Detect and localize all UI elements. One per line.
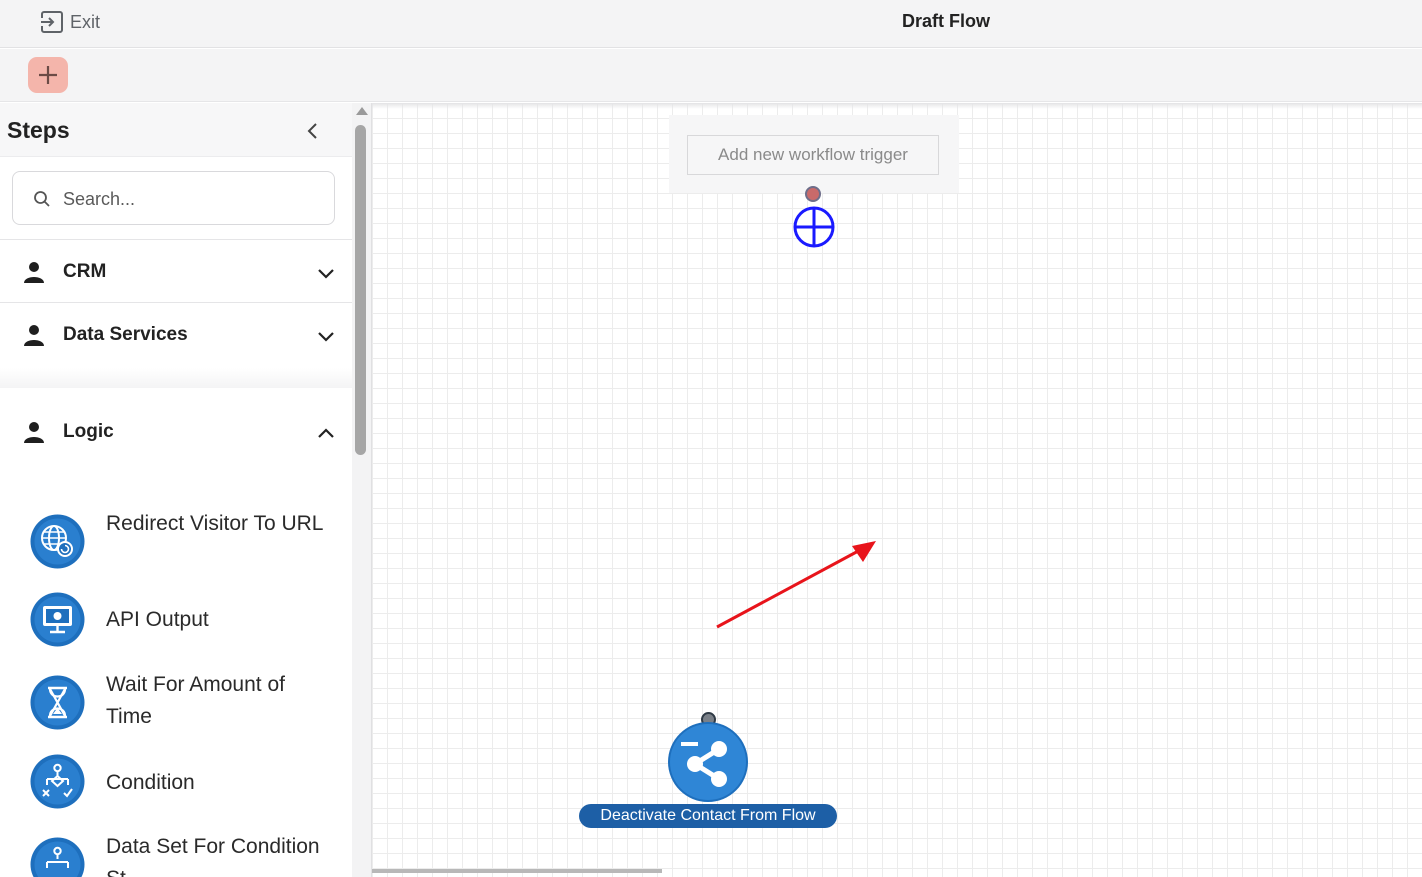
globe-redirect-icon (30, 514, 85, 569)
steps-sidebar: Steps CRM Data Services (0, 103, 352, 877)
canvas-horizontal-scrollbar[interactable] (372, 869, 662, 873)
step-label: Condition (106, 771, 195, 794)
step-label: API Output (106, 608, 209, 631)
step-label: Wait For Amount of Time (106, 673, 285, 728)
workflow-canvas[interactable]: Add new workflow trigger Deactivate Cont… (372, 103, 1422, 877)
category-label: Logic (63, 421, 114, 442)
search-input[interactable] (63, 184, 323, 214)
category-data-services[interactable]: Data Services (0, 303, 352, 367)
add-step-button[interactable] (28, 57, 68, 93)
plus-icon (39, 66, 57, 84)
person-icon (24, 325, 44, 346)
category-crm[interactable]: CRM (0, 239, 352, 303)
flow-title: Draft Flow (902, 11, 990, 31)
chevron-left-icon[interactable] (301, 119, 325, 143)
exit-button[interactable]: Exit (38, 8, 100, 36)
share-deactivate-icon (670, 724, 746, 800)
category-logic[interactable]: Logic (0, 400, 352, 464)
chevron-down-icon (318, 332, 334, 342)
hourglass-icon (30, 675, 85, 730)
node-label[interactable]: Deactivate Contact From Flow (579, 804, 837, 828)
person-icon (24, 262, 44, 283)
sidebar-header: Steps (0, 103, 352, 157)
sidebar-scrollbar[interactable] (352, 103, 372, 877)
chevron-up-icon (318, 428, 334, 438)
search-icon (34, 191, 50, 207)
category-separator (0, 368, 352, 388)
annotation-arrow-icon (716, 541, 876, 629)
category-label: CRM (63, 261, 107, 282)
trigger-panel: Add new workflow trigger (669, 115, 959, 193)
add-node-icon[interactable] (792, 205, 836, 249)
trigger-connector-dot[interactable] (805, 186, 821, 202)
add-workflow-trigger-button[interactable]: Add new workflow trigger (687, 135, 939, 175)
data-set-branch-icon (30, 837, 85, 877)
step-label: Data Set For Condition St (106, 835, 320, 877)
step-data-set-for-condition[interactable]: Data Set For Condition St (0, 831, 352, 877)
chevron-down-icon (318, 269, 334, 279)
deactivate-contact-node[interactable] (668, 722, 748, 802)
top-bar: Exit Draft Flow (0, 0, 1422, 48)
exit-icon (40, 11, 63, 33)
step-wait-for-time[interactable]: Wait For Amount of Time (0, 669, 352, 739)
step-redirect-visitor[interactable]: Redirect Visitor To URL (0, 508, 352, 578)
step-label: Redirect Visitor To URL (106, 512, 324, 535)
step-api-output[interactable]: API Output (0, 588, 352, 652)
api-monitor-icon (30, 592, 85, 647)
canvas-top-shadow (372, 103, 1422, 109)
toolbar (0, 49, 1422, 102)
scroll-up-arrow[interactable] (356, 107, 368, 115)
exit-label: Exit (70, 11, 101, 32)
person-icon (24, 422, 44, 443)
step-condition[interactable]: Condition (0, 753, 352, 813)
sidebar-title: Steps (7, 117, 70, 143)
scroll-thumb[interactable] (355, 125, 366, 455)
condition-branch-icon (30, 754, 85, 809)
category-label: Data Services (63, 324, 188, 345)
search-field[interactable] (12, 171, 335, 225)
